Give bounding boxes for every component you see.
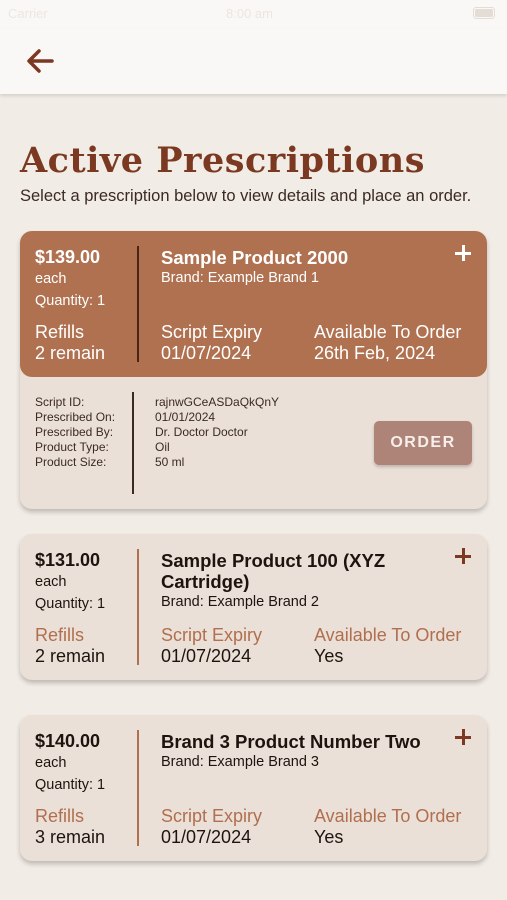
order-button[interactable]: ORDER <box>374 421 472 465</box>
prescription-summary[interactable]: $140.00 each Quantity: 1 Brand 3 Product… <box>20 715 487 861</box>
available-value: Yes <box>314 827 344 847</box>
detail-label-script-id: Script ID: <box>35 395 85 409</box>
expiry-value: 01/07/2024 <box>161 343 252 363</box>
available-value: Yes <box>314 646 344 666</box>
expiry-value: 01/07/2024 <box>161 827 252 847</box>
expand-plus-icon[interactable] <box>453 727 473 747</box>
prescription-details: Script ID: Prescribed On: Prescribed By:… <box>20 377 487 509</box>
detail-prescribed-by: Dr. Doctor Doctor <box>155 425 248 439</box>
carrier-label: Carrier <box>8 6 48 21</box>
detail-values: rajnwGCeASDaQkQnY 01/01/2024 Dr. Doctor … <box>155 395 279 470</box>
detail-script-id: rajnwGCeASDaQkQnY <box>155 395 280 409</box>
quantity: Quantity: 1 <box>35 596 106 612</box>
price: $131.00 <box>35 550 101 570</box>
product-name: Sample Product 2000 <box>161 247 349 268</box>
prescription-card[interactable]: $131.00 each Quantity: 1 Sample Product … <box>20 534 487 680</box>
details-divider <box>132 392 134 494</box>
price-unit: each <box>35 755 67 771</box>
expiry-value: 01/07/2024 <box>161 646 252 666</box>
status-time: 8:00 am <box>226 6 273 21</box>
quantity: Quantity: 1 <box>35 293 106 309</box>
divider <box>137 246 139 362</box>
expiry-label: Script Expiry <box>161 806 263 826</box>
divider <box>137 730 139 846</box>
back-button[interactable] <box>22 44 58 78</box>
expiry-label: Script Expiry <box>161 625 263 645</box>
detail-prescribed-on: 01/01/2024 <box>155 410 216 424</box>
refills-value: 3 remain <box>35 827 106 847</box>
brand: Brand: Example Brand 2 <box>161 594 319 610</box>
detail-labels: Script ID: Prescribed On: Prescribed By:… <box>35 395 115 470</box>
prescription-summary[interactable]: $131.00 each Quantity: 1 Sample Product … <box>20 534 487 680</box>
available-label: Available To Order <box>314 625 462 645</box>
expand-plus-icon[interactable] <box>453 546 473 566</box>
refills-label: Refills <box>35 625 85 645</box>
detail-label-prescribed-on: Prescribed On: <box>35 410 116 424</box>
price-unit: each <box>35 574 67 590</box>
price: $140.00 <box>35 731 101 751</box>
available-label: Available To Order <box>314 806 462 826</box>
detail-product-size: 50 ml <box>155 455 185 469</box>
detail-label-product-type: Product Type: <box>35 440 109 454</box>
detail-label-product-size: Product Size: <box>35 455 107 469</box>
status-bar: Carrier 8:00 am <box>0 0 507 28</box>
expand-plus-icon[interactable] <box>453 243 473 263</box>
product-name: Sample Product 100 (XYZ Cartridge) <box>161 550 386 592</box>
quantity: Quantity: 1 <box>35 777 106 793</box>
arrow-left-icon <box>27 49 54 73</box>
refills-value: 2 remain <box>35 343 106 363</box>
battery-icon <box>473 7 495 19</box>
detail-label-prescribed-by: Prescribed By: <box>35 425 114 439</box>
prescription-card[interactable]: $139.00 each Quantity: 1 Sample Product … <box>20 231 487 509</box>
prescription-card[interactable]: $140.00 each Quantity: 1 Brand 3 Product… <box>20 715 487 861</box>
refills-label: Refills <box>35 322 85 342</box>
price-unit: each <box>35 271 67 287</box>
divider <box>137 549 139 665</box>
expiry-label: Script Expiry <box>161 322 263 342</box>
page-title: Active Prescriptions <box>20 140 425 181</box>
refills-value: 2 remain <box>35 646 106 666</box>
prescription-summary[interactable]: $139.00 each Quantity: 1 Sample Product … <box>20 231 487 377</box>
brand: Brand: Example Brand 1 <box>161 270 319 286</box>
available-label: Available To Order <box>314 322 462 342</box>
refills-label: Refills <box>35 806 85 826</box>
brand: Brand: Example Brand 3 <box>161 754 319 770</box>
page-subtitle: Select a prescription below to view deta… <box>20 187 472 205</box>
price: $139.00 <box>35 247 101 267</box>
product-name: Brand 3 Product Number Two <box>161 731 421 752</box>
detail-product-type: Oil <box>155 440 170 454</box>
app-header <box>0 28 507 94</box>
available-value: 26th Feb, 2024 <box>314 343 436 363</box>
